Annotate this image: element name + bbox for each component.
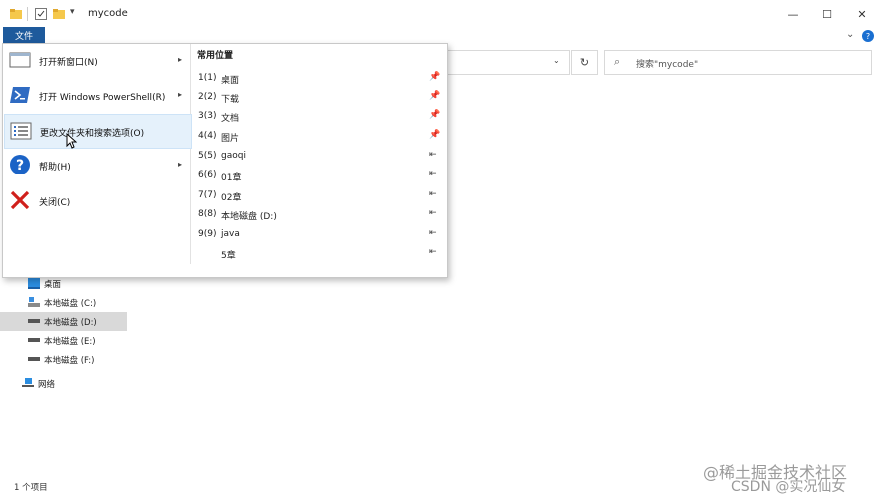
search-placeholder: 搜索"mycode" (636, 60, 699, 70)
close-button[interactable]: ✕ (845, 0, 879, 28)
title-bar (0, 0, 885, 28)
recent-place-item[interactable]: 9(9) java ⇤ (192, 225, 442, 244)
menu-divider (190, 44, 191, 264)
nav-item-drive-f[interactable]: 本地磁盘 (F:) (0, 350, 127, 369)
help-circle-icon: ? (10, 155, 30, 174)
pinned-icon[interactable]: 📌 (429, 91, 440, 101)
recent-place-number: 2(2) (198, 92, 217, 102)
file-tab[interactable]: 文件 (3, 27, 45, 44)
recent-place-item[interactable]: 5章 ⇤ (192, 244, 442, 263)
recent-place-item[interactable]: 6(6) 01章 ⇤ (192, 166, 442, 185)
recent-place-number: 4(4) (198, 131, 217, 141)
recent-place-number: 9(9) (198, 229, 217, 239)
recent-place-item[interactable]: 8(8) 本地磁盘 (D:) ⇤ (192, 205, 442, 224)
window-icon (9, 52, 31, 68)
nav-item-network[interactable]: 网络 (0, 374, 127, 393)
recent-place-number: 1(1) (198, 73, 217, 83)
menu-item-label: 帮助(H) (39, 163, 71, 173)
ribbon-expand-icon[interactable]: ⌄ (846, 29, 854, 40)
title-separator (27, 7, 28, 21)
window-title: mycode (88, 8, 128, 19)
menu-item-label: 打开新窗口(N) (39, 58, 98, 68)
recent-place-item[interactable]: 5(5) gaoqi ⇤ (192, 147, 442, 166)
recent-place-number: 6(6) (198, 170, 217, 180)
address-dropdown-icon[interactable]: ⌄ (553, 56, 563, 66)
close-x-icon (10, 190, 30, 210)
submenu-arrow-icon: ▸ (178, 90, 183, 99)
network-icon (22, 378, 34, 387)
recent-place-item[interactable]: 7(7) 02章 ⇤ (192, 186, 442, 205)
mouse-cursor-icon (66, 133, 77, 149)
recent-place-label: 01章 (221, 173, 242, 183)
drive-icon (28, 357, 40, 361)
recent-place-number: 8(8) (198, 209, 217, 219)
recent-place-item[interactable]: 1(1) 桌面 📌 (192, 69, 442, 88)
properties-icon[interactable] (35, 8, 47, 20)
drive-icon (28, 319, 40, 323)
refresh-button[interactable]: ↻ (571, 50, 598, 75)
recent-place-label: 5章 (221, 251, 236, 261)
recent-place-number: 5(5) (198, 151, 217, 161)
unpinned-icon[interactable]: ⇤ (429, 189, 437, 199)
options-icon (10, 122, 32, 140)
folder-icon (10, 9, 22, 19)
new-folder-icon[interactable] (53, 8, 65, 20)
recent-place-item[interactable]: 3(3) 文档 📌 (192, 107, 442, 126)
menu-item-help[interactable]: ? 帮助(H) ▸ (4, 149, 190, 182)
recent-place-label: 图片 (221, 134, 240, 144)
recent-place-item[interactable]: 2(2) 下载 📌 (192, 88, 442, 107)
menu-item-open-powershell[interactable]: 打开 Windows PowerShell(R) ▸ (4, 79, 190, 112)
unpinned-icon[interactable]: ⇤ (429, 150, 437, 160)
drive-icon (28, 338, 40, 342)
recent-place-label: 桌面 (221, 76, 240, 86)
quick-access-dropdown-icon[interactable]: ▾ (70, 7, 75, 17)
recent-places-title: 常用位置 (197, 51, 234, 61)
menu-item-label: 更改文件夹和搜索选项(O) (40, 129, 145, 139)
menu-item-change-folder-options[interactable]: 更改文件夹和搜索选项(O) (4, 114, 192, 149)
unpinned-icon[interactable]: ⇤ (429, 247, 437, 257)
nav-item-drive-d[interactable]: 本地磁盘 (D:) (0, 312, 127, 331)
search-icon: ⌕ (614, 55, 621, 68)
nav-item-drive-e[interactable]: 本地磁盘 (E:) (0, 331, 127, 350)
recent-place-label: 02章 (221, 193, 242, 203)
recent-place-number: 7(7) (198, 190, 217, 200)
system-drive-icon (28, 297, 40, 307)
desktop-icon (28, 278, 40, 289)
menu-item-label: 打开 Windows PowerShell(R) (39, 93, 166, 103)
pinned-icon[interactable]: 📌 (429, 110, 440, 120)
nav-label: 本地磁盘 (F:) (44, 356, 95, 366)
maximize-button[interactable]: ☐ (810, 0, 844, 28)
menu-item-label: 关闭(C) (39, 198, 71, 208)
recent-place-label: java (221, 229, 240, 239)
status-item-count: 1 个项目 (14, 483, 48, 493)
submenu-arrow-icon: ▸ (178, 55, 183, 64)
unpinned-icon[interactable]: ⇤ (429, 208, 437, 218)
unpinned-icon[interactable]: ⇤ (429, 169, 437, 179)
recent-place-label: 下载 (221, 95, 240, 105)
nav-label: 本地磁盘 (C:) (44, 299, 97, 309)
nav-label: 桌面 (44, 280, 62, 290)
recent-place-item[interactable]: 4(4) 图片 📌 (192, 127, 442, 146)
minimize-button[interactable]: — (776, 0, 810, 28)
menu-item-close[interactable]: 关闭(C) (4, 184, 190, 217)
unpinned-icon[interactable]: ⇤ (429, 228, 437, 238)
menu-item-open-new-window[interactable]: 打开新窗口(N) ▸ (4, 44, 190, 77)
nav-label: 本地磁盘 (D:) (44, 318, 97, 328)
nav-label: 本地磁盘 (E:) (44, 337, 96, 347)
svg-text:?: ? (16, 158, 24, 174)
recent-place-number: 3(3) (198, 111, 217, 121)
help-icon[interactable]: ? (862, 30, 874, 42)
nav-item-drive-c[interactable]: 本地磁盘 (C:) (0, 293, 127, 312)
pinned-icon[interactable]: 📌 (429, 130, 440, 140)
nav-label: 网络 (38, 380, 56, 390)
address-bar[interactable] (448, 50, 570, 75)
recent-place-label: gaoqi (221, 151, 246, 161)
recent-place-label: 本地磁盘 (D:) (221, 212, 277, 222)
powershell-icon (10, 87, 30, 103)
recent-place-label: 文档 (221, 114, 240, 124)
submenu-arrow-icon: ▸ (178, 160, 183, 169)
watermark-csdn: CSDN @实况仙女 (731, 479, 846, 495)
pinned-icon[interactable]: 📌 (429, 72, 440, 82)
